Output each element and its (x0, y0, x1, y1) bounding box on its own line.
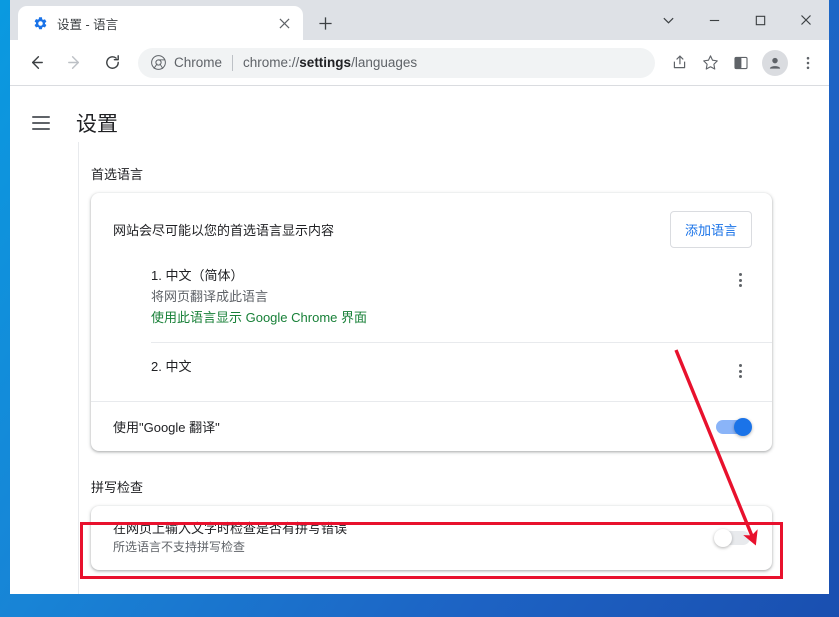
language-item-texts: 1. 中文（简体） 将网页翻译成此语言 使用此语言显示 Google Chrom… (151, 266, 728, 328)
kebab-menu-icon[interactable] (728, 359, 752, 383)
google-translate-toggle[interactable] (716, 417, 752, 436)
tab-search-button[interactable] (645, 0, 691, 40)
close-window-button[interactable] (783, 0, 829, 40)
preferred-languages-section-label: 首选语言 (91, 167, 144, 182)
hamburger-icon[interactable] (32, 111, 56, 135)
spellcheck-title: 在网页上输入文字时检查是否有拼写错误 (113, 521, 348, 536)
url-bold: settings (299, 55, 352, 70)
language-list-item[interactable]: 2. 中文 (91, 343, 772, 401)
spellcheck-section-label: 拼写检查 (91, 480, 144, 495)
tab-title: 设置 - 语言 (57, 17, 119, 32)
language-translate-note: 将网页翻译成此语言 (151, 289, 269, 304)
tab-strip: 设置 - 语言 (10, 0, 829, 40)
three-dot-menu-icon[interactable] (793, 48, 823, 78)
url-prefix: chrome:// (243, 55, 300, 70)
reload-button[interactable] (96, 47, 128, 79)
languages-intro-text: 网站会尽可能以您的首选语言显示内容 (113, 223, 335, 238)
browser-tab[interactable]: 设置 - 语言 (18, 6, 303, 40)
side-panel-icon[interactable] (726, 48, 756, 78)
window-controls (645, 0, 829, 40)
settings-page: 设置 首选语言 网站会尽可能以您的首选语言显示内容 添加语言 1. 中文（简体）… (10, 86, 829, 594)
language-item-texts: 2. 中文 (151, 357, 728, 377)
browser-window: 设置 - 语言 Chrome chrome://settings/languag… (10, 0, 829, 594)
spellcheck-toggle[interactable] (714, 529, 750, 547)
star-icon[interactable] (695, 48, 725, 78)
spellcheck-card[interactable]: 在网页上输入文字时检查是否有拼写错误 所选语言不支持拼写检查 (91, 506, 772, 570)
settings-header: 设置 (10, 86, 829, 142)
share-icon[interactable] (664, 48, 694, 78)
omnibox-divider (232, 54, 234, 71)
language-list-item[interactable]: 1. 中文（简体） 将网页翻译成此语言 使用此语言显示 Google Chrom… (91, 262, 772, 342)
google-translate-label: 使用"Google 翻译" (113, 420, 220, 435)
omnibox-url: chrome://settings/languages (243, 55, 417, 70)
url-suffix: /languages (351, 55, 418, 70)
page-title: 设置 (76, 113, 118, 136)
avatar[interactable] (762, 49, 788, 76)
new-tab-button[interactable] (311, 9, 339, 37)
address-bar[interactable]: Chrome chrome://settings/languages (138, 47, 655, 78)
omnibox-scheme-label: Chrome (174, 55, 223, 70)
back-button[interactable] (20, 47, 52, 79)
settings-gear-icon (32, 15, 48, 31)
spellcheck-texts: 在网页上输入文字时检查是否有拼写错误 所选语言不支持拼写检查 (113, 519, 716, 557)
browser-toolbar: Chrome chrome://settings/languages (10, 40, 829, 86)
language-ui-link[interactable]: 使用此语言显示 Google Chrome 界面 (151, 307, 728, 328)
kebab-menu-icon[interactable] (728, 268, 752, 292)
forward-button[interactable] (58, 47, 90, 79)
settings-content: 首选语言 网站会尽可能以您的首选语言显示内容 添加语言 1. 中文（简体） 将网… (78, 142, 829, 594)
language-name: 2. 中文 (151, 359, 192, 374)
spellcheck-subtitle: 所选语言不支持拼写检查 (113, 540, 246, 554)
maximize-button[interactable] (737, 0, 783, 40)
languages-intro-row: 网站会尽可能以您的首选语言显示内容 添加语言 (91, 193, 772, 262)
google-translate-row[interactable]: 使用"Google 翻译" (91, 401, 772, 451)
close-icon[interactable] (275, 14, 293, 32)
minimize-button[interactable] (691, 0, 737, 40)
chrome-logo-icon (150, 55, 166, 71)
add-language-button[interactable]: 添加语言 (669, 211, 752, 248)
preferred-languages-card: 网站会尽可能以您的首选语言显示内容 添加语言 1. 中文（简体） 将网页翻译成此… (91, 193, 772, 451)
language-name: 1. 中文（简体） (151, 268, 244, 283)
